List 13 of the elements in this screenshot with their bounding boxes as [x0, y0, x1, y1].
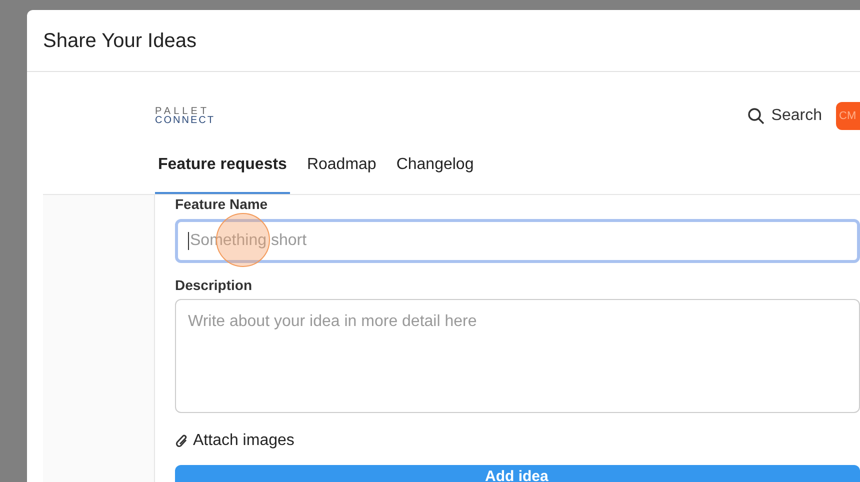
tab[interactable]: Feature requests: [155, 153, 290, 194]
field-label: Feature Name: [175, 197, 269, 211]
description-field[interactable]: Write about your idea in more detail here: [175, 299, 860, 413]
paperclip-icon: [175, 433, 189, 449]
tab[interactable]: Changelog: [393, 153, 477, 194]
field-label: Description: [175, 278, 254, 292]
search-icon: [747, 107, 766, 125]
text-cursor: [188, 232, 189, 250]
dialog-title: Share Your Ideas: [43, 28, 196, 54]
logo[interactable]: PALLET CONNECT: [155, 107, 215, 125]
tab[interactable]: Roadmap: [304, 153, 380, 194]
attach-images-button[interactable]: Attach images: [175, 429, 294, 453]
search-button[interactable]: Search: [747, 104, 822, 128]
